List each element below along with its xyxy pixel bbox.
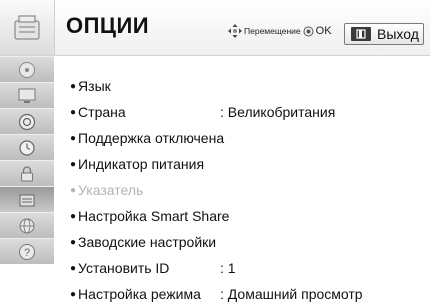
svg-text:?: ?: [24, 247, 30, 259]
menu-item-pointer: ● Указатель: [70, 182, 144, 198]
menu-item-support-disabled[interactable]: ● Поддержка отключена: [70, 125, 420, 151]
sidebar-item-audio[interactable]: [0, 108, 54, 134]
page-title: ОПЦИИ: [66, 13, 150, 38]
header: ОПЦИИ Перемещение OK Выход: [0, 0, 430, 56]
menu-item-label: Язык: [78, 78, 111, 94]
monitor-icon: [18, 88, 36, 103]
sidebar-item-options[interactable]: [0, 186, 54, 212]
menu-item-set-id[interactable]: ● Установить ID : 1: [70, 255, 420, 281]
sidebar-item-time[interactable]: [0, 134, 54, 160]
speaker-icon: [18, 113, 36, 130]
navigation-hint-label: Перемещение: [244, 26, 301, 36]
navigation-hint: Перемещение OK: [228, 24, 332, 38]
exit-label: Выход: [377, 26, 419, 42]
exit-button[interactable]: Выход: [344, 23, 424, 45]
options-icon: [19, 194, 35, 206]
header-icon-cell: [0, 0, 55, 55]
sidebar: ?: [0, 56, 54, 307]
sidebar-item-network[interactable]: [0, 212, 54, 238]
menu-item-label: Настройка Smart Share: [78, 208, 230, 224]
menu-item-value: : 1: [220, 260, 236, 276]
options-icon: [14, 15, 40, 40]
menu-item-label: Установить ID: [78, 260, 170, 276]
menu-item-label: Заводские настройки: [78, 234, 217, 250]
lock-icon: [21, 165, 33, 181]
menu-item-label: Поддержка отключена: [78, 130, 225, 146]
menu-item-value: : Великобритания: [220, 104, 336, 120]
ok-button-icon: [303, 26, 314, 36]
menu-item-label: Индикатор питания: [78, 156, 205, 172]
network-icon: [19, 218, 35, 233]
menu-item-country[interactable]: ● Страна : Великобритания: [70, 99, 420, 125]
sidebar-item-lock[interactable]: [0, 160, 54, 186]
menu-item-label: Страна: [78, 104, 126, 120]
sidebar-item-screen[interactable]: [0, 82, 54, 108]
menu-item-smart-share[interactable]: ● Настройка Smart Share: [70, 203, 420, 229]
disc-icon: [19, 61, 35, 78]
menu-item-mode-setting[interactable]: ● Настройка режима : Домашний просмотр: [70, 281, 420, 307]
menu-item-power-indicator[interactable]: ● Индикатор питания: [70, 151, 420, 177]
exit-key-icon: [351, 27, 371, 41]
sidebar-item-support[interactable]: ?: [0, 238, 54, 264]
help-icon: ?: [19, 243, 35, 260]
menu-item-label: Указатель: [78, 182, 144, 198]
menu-item-label: Настройка режима: [78, 286, 201, 302]
menu-item-language[interactable]: ● Язык: [70, 73, 420, 99]
menu-item-factory-reset[interactable]: ● Заводские настройки: [70, 229, 420, 255]
move-arrows-icon: [228, 24, 242, 38]
clock-icon: [19, 139, 35, 156]
ok-label: OK: [315, 25, 332, 37]
sidebar-item-picture[interactable]: [0, 56, 54, 82]
menu-item-value: : Домашний просмотр: [220, 286, 363, 302]
